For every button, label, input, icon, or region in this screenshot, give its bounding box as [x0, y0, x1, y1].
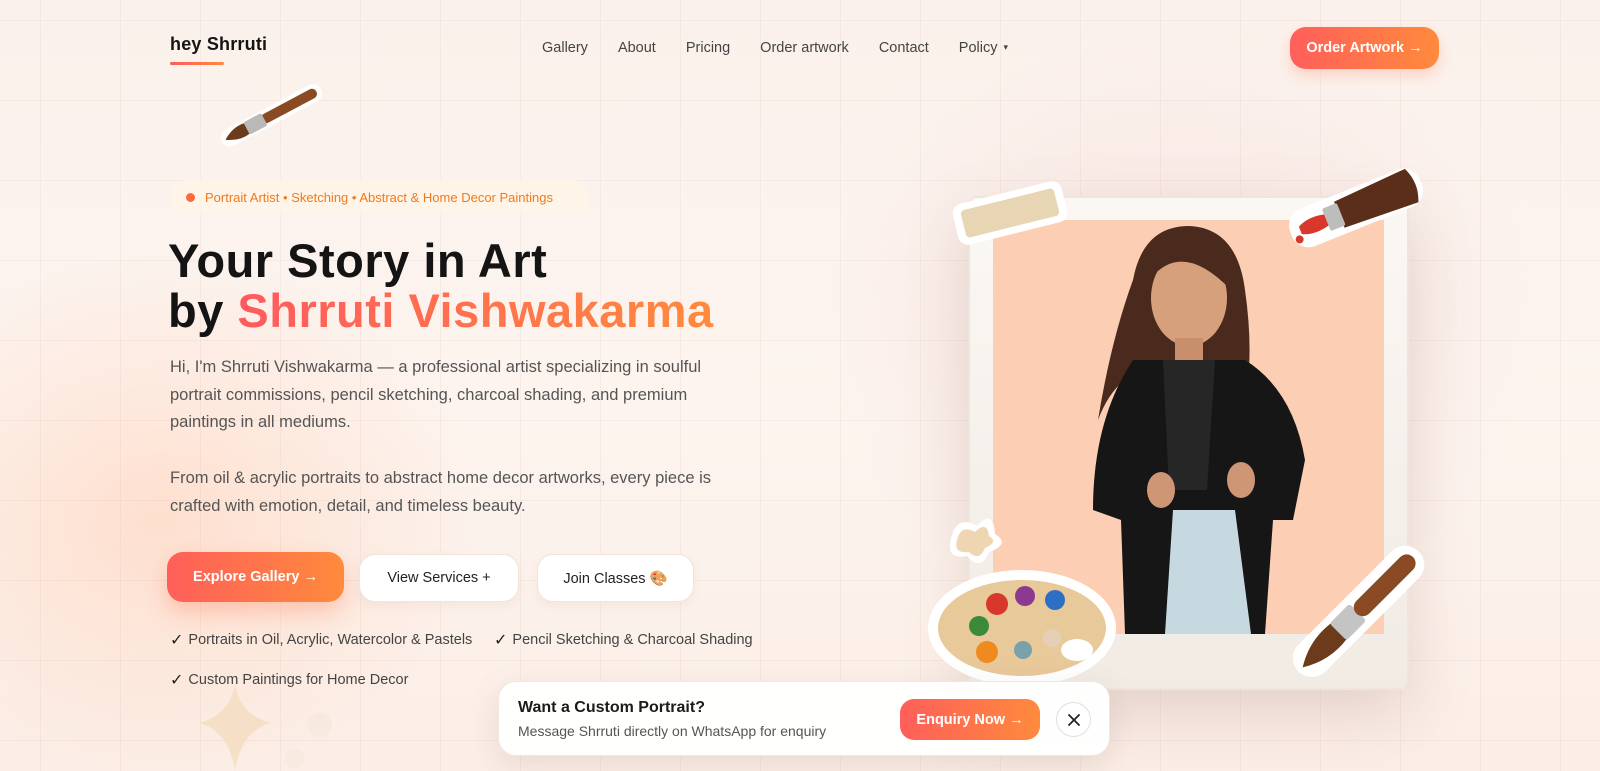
check-icon: ✓ — [170, 632, 184, 649]
hero-title-name: Shrruti Vishwakarma — [237, 284, 714, 337]
paintbrush-icon — [220, 84, 322, 147]
feature-item-label: Portraits in Oil, Acrylic, Watercolor & … — [188, 632, 473, 648]
nav-policy-label: Policy — [958, 40, 998, 56]
specialties-tag: Portrait Artist • Sketching • Abstract &… — [170, 180, 589, 214]
chevron-down-icon: ▾ — [1003, 42, 1009, 52]
specialties-tag-text: Portrait Artist • Sketching • Abstract &… — [205, 189, 553, 205]
popup-subtitle: Message Shrruti directly on WhatsApp for… — [518, 723, 827, 739]
paint-tube-icon — [1289, 168, 1423, 248]
feature-item: ✓ Portraits in Oil, Acrylic, Watercolor &… — [170, 630, 472, 650]
sparkle-icon — [199, 685, 332, 771]
check-icon: ✓ — [170, 672, 184, 689]
hero-detail-paragraph: From oil & acrylic portraits to abstract… — [170, 469, 712, 515]
paintbrush-icon — [1292, 545, 1425, 678]
order-artwork-button[interactable]: Order Artwork → — [1290, 27, 1439, 69]
nav-order-artwork[interactable]: Order artwork — [760, 40, 849, 56]
feature-item-label: Pencil Sketching & Charcoal Shading — [512, 632, 753, 648]
nav-policy[interactable]: Policy ▾ — [959, 40, 1008, 56]
nav-pricing[interactable]: Pricing — [686, 40, 730, 56]
close-popup-button[interactable] — [1056, 702, 1091, 737]
site-logo[interactable]: hey Shrruti — [170, 34, 267, 55]
check-icon: ✓ — [494, 632, 508, 649]
hero-title-line1: Your Story in Art — [168, 234, 548, 287]
join-classes-button[interactable]: Join Classes 🎨 — [537, 554, 694, 602]
nav-contact[interactable]: Contact — [879, 40, 929, 56]
hero-title-by: by — [168, 284, 238, 337]
hero-title: Your Story in Art by Shrruti Vishwakarma — [168, 236, 714, 336]
whatsapp-enquiry-popup: Want a Custom Portrait? Message Shrruti … — [498, 681, 1110, 756]
enquiry-now-button[interactable]: Enquiry Now → — [900, 699, 1040, 740]
view-services-button[interactable]: View Services + — [359, 554, 519, 602]
explore-gallery-button[interactable]: Explore Gallery → — [167, 552, 344, 602]
close-icon — [1067, 713, 1080, 726]
feature-item: ✓ Pencil Sketching & Charcoal Shading — [494, 630, 753, 650]
hero-intro-paragraph: Hi, I'm Shrruti Vishwakarma — a professi… — [170, 358, 702, 431]
main-nav: Gallery About Pricing Order artwork Cont… — [542, 40, 1038, 56]
tag-dot — [186, 192, 195, 202]
logo-underline — [170, 62, 224, 65]
popup-title: Want a Custom Portrait? — [518, 699, 705, 716]
nav-about[interactable]: About — [618, 40, 656, 56]
tape-icon — [952, 181, 1068, 245]
palette-icon — [928, 518, 1116, 686]
nav-gallery[interactable]: Gallery — [542, 40, 588, 56]
